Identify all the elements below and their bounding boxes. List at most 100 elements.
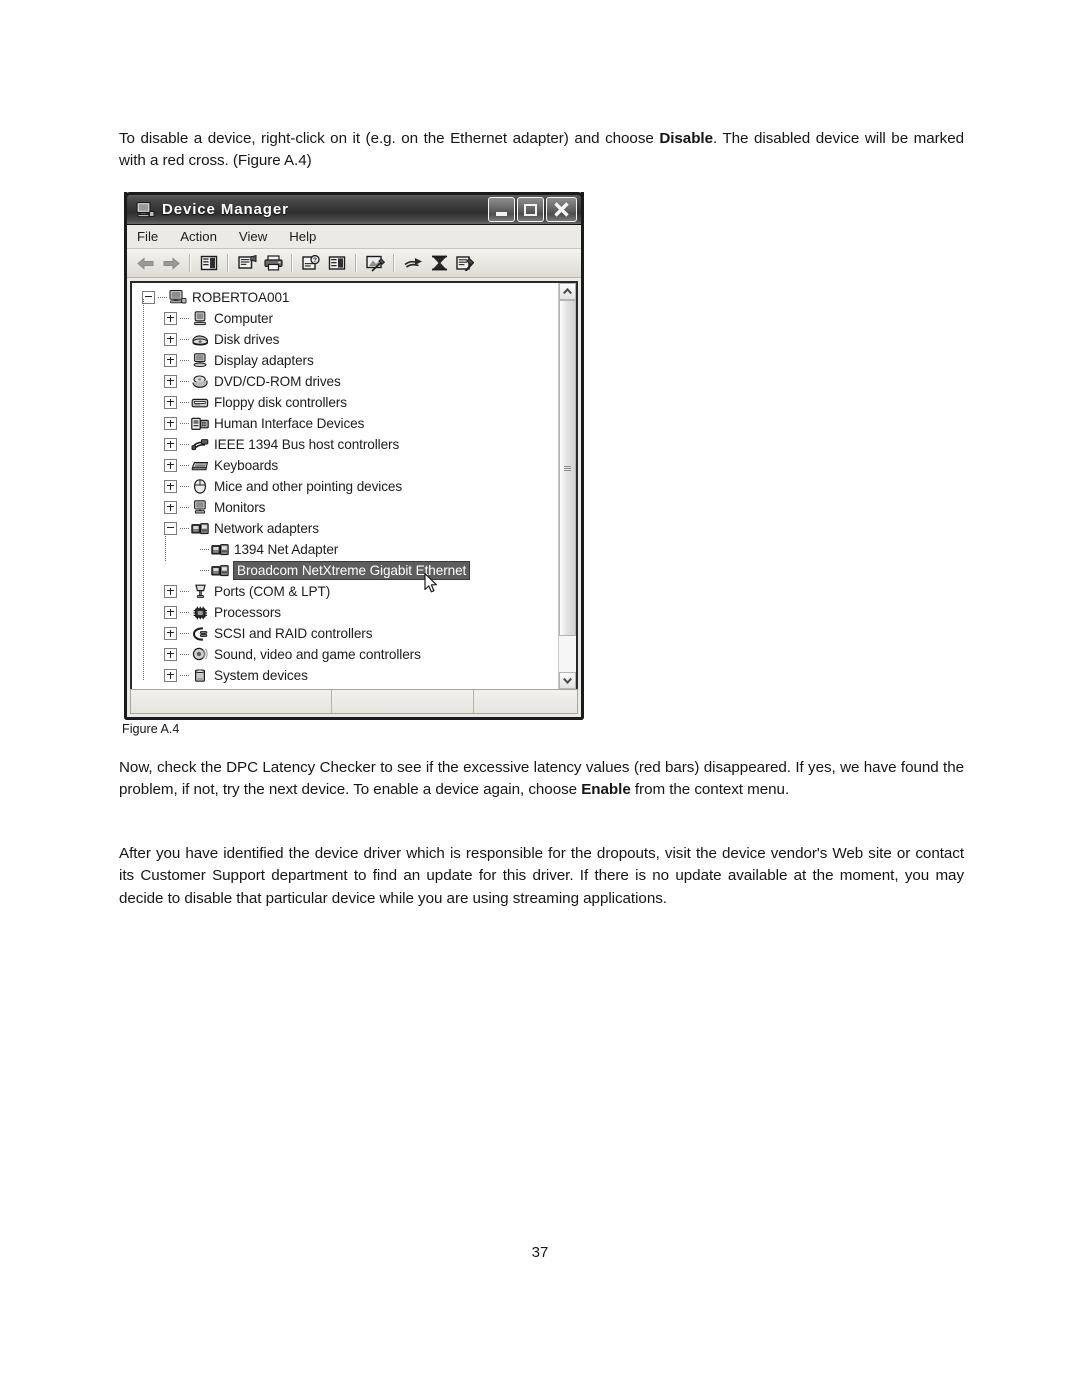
expand-plus-icon[interactable] (164, 501, 177, 514)
back-arrow-icon[interactable] (133, 252, 157, 274)
network-adapter-icon (191, 521, 209, 537)
tree-item-dvd-cd-rom-drives[interactable]: DVD/CD-ROM drives (136, 371, 558, 392)
expand-plus-icon[interactable] (164, 312, 177, 325)
tree-connector-line (180, 506, 189, 509)
forward-arrow-icon[interactable] (159, 252, 183, 274)
update-driver-icon[interactable]: ? (299, 252, 323, 274)
hid-icon (191, 416, 209, 432)
scan-for-hardware-changes-icon[interactable] (363, 252, 387, 274)
window-titlebar[interactable]: Device Manager (127, 192, 581, 225)
expand-plus-icon[interactable] (164, 669, 177, 682)
intro-text-before-bold: To disable a device, right-click on it (… (119, 130, 660, 147)
svg-text:?: ? (313, 257, 317, 264)
tree-item-label: 1394 Net Adapter (234, 542, 339, 557)
tree-item-monitors[interactable]: Monitors (136, 497, 558, 518)
sound-video-icon (191, 647, 209, 663)
expand-plus-icon[interactable] (164, 417, 177, 430)
computer-monitor-icon (136, 201, 155, 218)
tree-item-mice-and-other-pointing-devices[interactable]: Mice and other pointing devices (136, 476, 558, 497)
tree-connector-line (180, 317, 189, 320)
intro-bold-disable: Disable (659, 130, 713, 147)
tree-item-label: Ports (COM & LPT) (214, 584, 331, 599)
tree-item-1394-net-adapter[interactable]: 1394 Net Adapter (136, 539, 558, 560)
expand-plus-icon[interactable] (164, 354, 177, 367)
status-pane-2 (332, 690, 475, 713)
tree-item-scsi-and-raid-controllers[interactable]: SCSI and RAID controllers (136, 623, 558, 644)
print-icon[interactable] (261, 252, 285, 274)
scrollbar-grip-icon (564, 465, 571, 472)
tree-item-sound-video-and-game-controllers[interactable]: Sound, video and game controllers (136, 644, 558, 665)
tree-item-processors[interactable]: Processors (136, 602, 558, 623)
show-hide-console-tree-icon[interactable] (197, 252, 221, 274)
show-device-details-icon[interactable] (325, 252, 349, 274)
close-button[interactable] (546, 197, 577, 222)
disable-device-icon[interactable] (427, 252, 451, 274)
tree-connector-line (180, 611, 189, 614)
paragraph-after: After you have identified the device dri… (119, 845, 964, 907)
expand-plus-icon[interactable] (164, 333, 177, 346)
tree-vertical-connector-children (165, 534, 167, 561)
menu-item-help[interactable]: Help (289, 229, 316, 244)
tree-connector-line (180, 401, 189, 404)
keyboard-icon (191, 458, 209, 474)
tree-connector-line (180, 653, 189, 656)
device-tree[interactable]: ROBERTOA001 Computer Disk drives Display ad… (132, 283, 558, 689)
network-adapter-icon (211, 542, 229, 558)
expand-plus-icon[interactable] (164, 459, 177, 472)
tree-connector-line (200, 569, 209, 572)
tree-item-label: Human Interface Devices (214, 416, 365, 431)
toolbar-separator (393, 254, 395, 272)
tree-item-human-interface-devices[interactable]: Human Interface Devices (136, 413, 558, 434)
expand-plus-icon[interactable] (164, 375, 177, 388)
tree-item-label: Display adapters (214, 353, 314, 368)
tree-item-ieee-1394-bus-host-controllers[interactable]: IEEE 1394 Bus host controllers (136, 434, 558, 455)
tree-item-label: Floppy disk controllers (214, 395, 347, 410)
tree-item-keyboards[interactable]: Keyboards (136, 455, 558, 476)
menu-item-view[interactable]: View (239, 229, 267, 244)
menu-item-file[interactable]: File (137, 229, 158, 244)
processor-icon (191, 605, 209, 621)
scrollbar-thumb[interactable] (559, 300, 576, 636)
tree-item-disk-drives[interactable]: Disk drives (136, 329, 558, 350)
tree-connector-line (180, 338, 189, 341)
minimize-button[interactable] (488, 197, 515, 222)
properties-icon[interactable] (235, 252, 259, 274)
tree-item-network-adapters[interactable]: Network adapters (136, 518, 558, 539)
document-page: To disable a device, right-click on it (… (0, 0, 1080, 1397)
status-pane-1 (131, 690, 332, 713)
scroll-up-arrow-icon[interactable] (559, 283, 576, 300)
maximize-button[interactable] (517, 197, 544, 222)
tree-item-display-adapters[interactable]: Display adapters (136, 350, 558, 371)
tree-item-broadcom-netxtreme-gigabit-ethernet[interactable]: Broadcom NetXtreme Gigabit Ethernet (136, 560, 558, 581)
mouse-icon (191, 479, 209, 495)
toolbar-separator (189, 254, 191, 272)
expand-plus-icon[interactable] (164, 585, 177, 598)
device-manager-window[interactable]: Device Manager File Action View Help ? R… (124, 192, 584, 720)
tree-connector-line (180, 590, 189, 593)
expand-plus-icon[interactable] (164, 627, 177, 640)
enable-device-icon[interactable] (453, 252, 477, 274)
expand-plus-icon[interactable] (164, 438, 177, 451)
tree-item-floppy-disk-controllers[interactable]: Floppy disk controllers (136, 392, 558, 413)
tree-item-computer[interactable]: Computer (136, 308, 558, 329)
tree-item-ports-com-lpt[interactable]: Ports (COM & LPT) (136, 581, 558, 602)
scroll-down-arrow-icon[interactable] (559, 672, 576, 689)
expand-plus-icon[interactable] (164, 606, 177, 619)
tree-connector-line (180, 527, 189, 530)
tree-item-system-devices[interactable]: System devices (136, 665, 558, 686)
scan-changes-icon[interactable] (401, 252, 425, 274)
paragraph-intro: To disable a device, right-click on it (… (119, 128, 964, 173)
expand-plus-icon[interactable] (164, 480, 177, 493)
menu-item-action[interactable]: Action (180, 229, 217, 244)
now-text-before-bold: Now, check the DPC Latency Checker to se… (119, 759, 964, 799)
window-title: Device Manager (162, 201, 289, 218)
tree-item-robertoa001[interactable]: ROBERTOA001 (136, 287, 558, 308)
expand-plus-icon[interactable] (164, 396, 177, 409)
scrollbar-track[interactable] (559, 300, 576, 672)
figure-caption: Figure A.4 (122, 722, 180, 736)
device-tree-panel[interactable]: ROBERTOA001 Computer Disk drives Display ad… (130, 281, 578, 691)
vertical-scrollbar[interactable] (558, 283, 576, 689)
expand-plus-icon[interactable] (164, 648, 177, 661)
disk-drive-icon (191, 332, 209, 348)
